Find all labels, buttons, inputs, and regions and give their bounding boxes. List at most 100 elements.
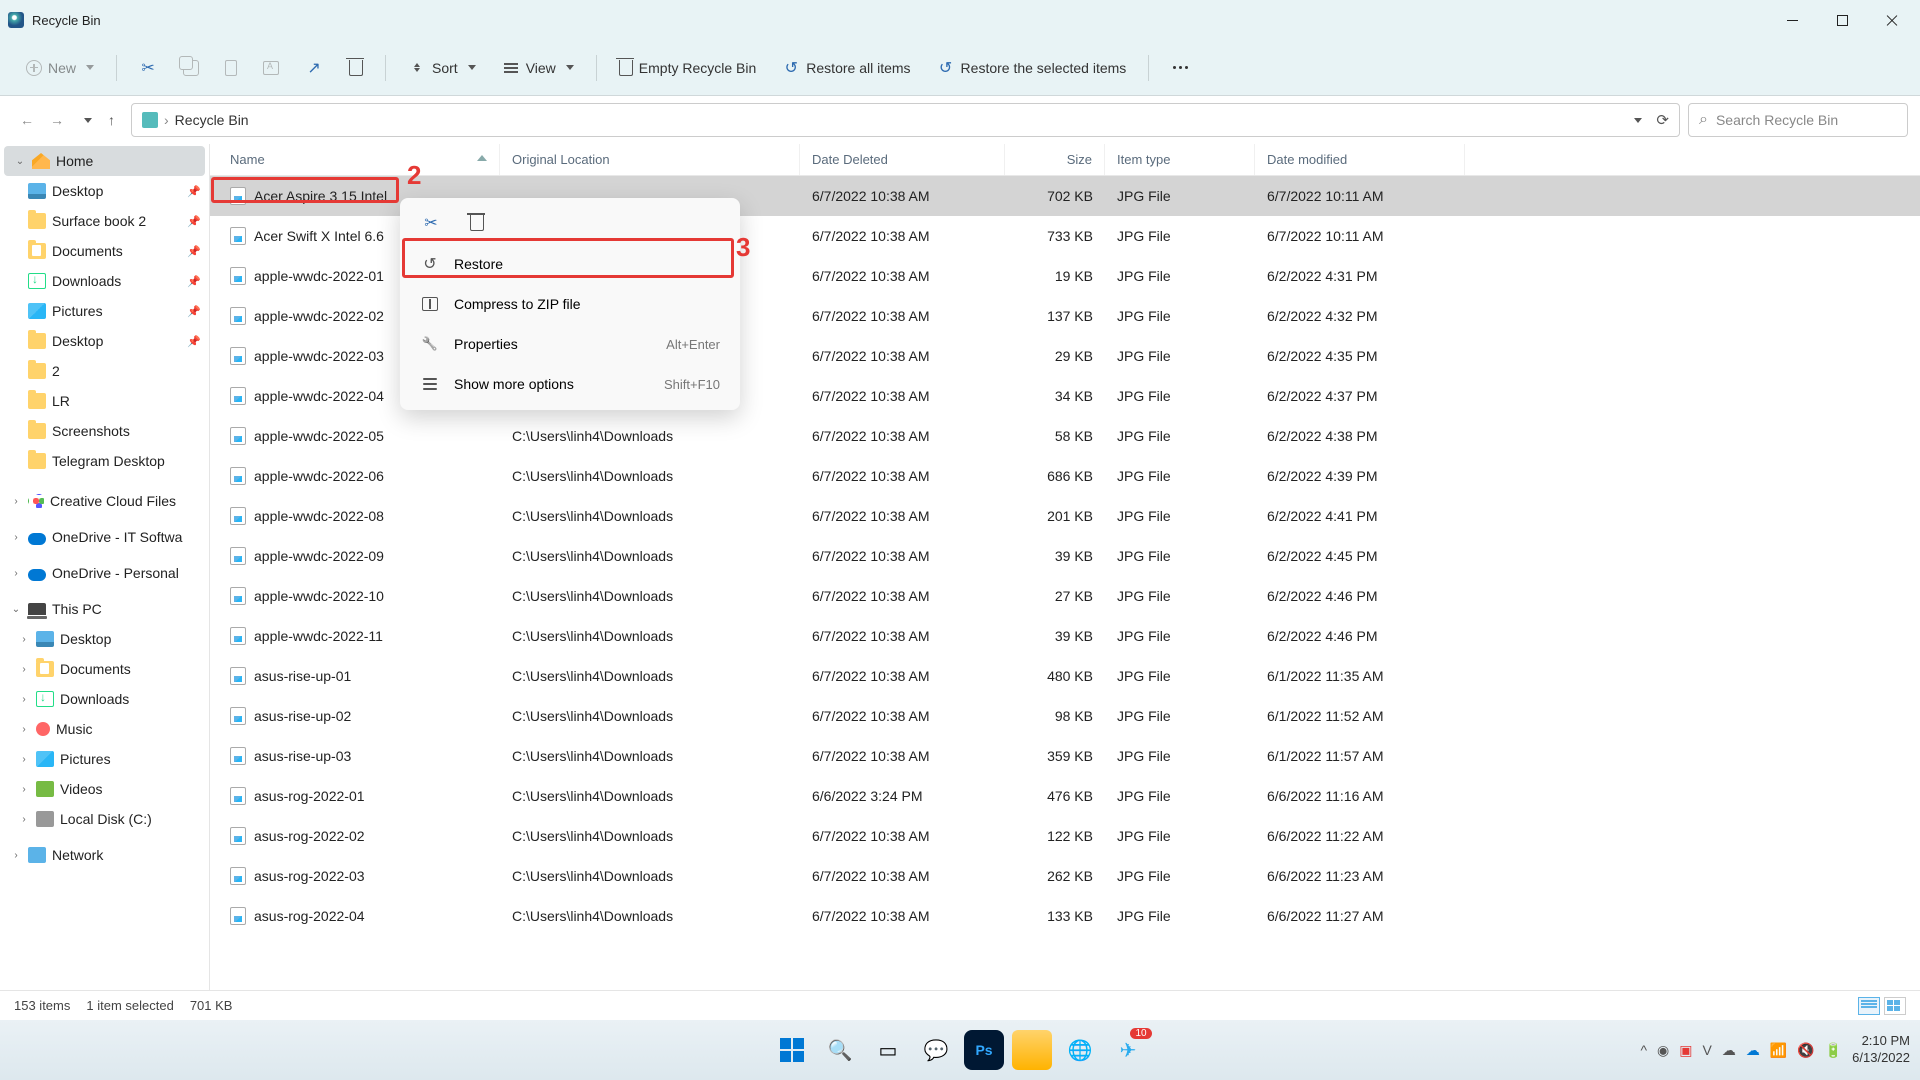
expand-icon[interactable]: ⌄: [10, 604, 22, 615]
tray-wifi-icon[interactable]: 📶: [1770, 1042, 1787, 1059]
sidebar-item-home[interactable]: ⌄ Home: [4, 146, 205, 176]
table-row[interactable]: apple-wwdc-2022-08 C:\Users\linh4\Downlo…: [210, 496, 1920, 536]
expand-icon[interactable]: ›: [18, 634, 30, 645]
expand-icon[interactable]: ⌄: [14, 156, 26, 167]
column-header-deleted[interactable]: Date Deleted: [800, 144, 1005, 175]
column-header-name[interactable]: Name: [210, 144, 500, 175]
table-row[interactable]: apple-wwdc-2022-09 C:\Users\linh4\Downlo…: [210, 536, 1920, 576]
table-row[interactable]: asus-rog-2022-02 C:\Users\linh4\Download…: [210, 816, 1920, 856]
search-button[interactable]: 🔍: [820, 1030, 860, 1070]
context-properties[interactable]: Properties Alt+Enter: [406, 324, 734, 364]
tray-adobe-icon[interactable]: ◉: [1657, 1042, 1669, 1059]
restore-all-button[interactable]: ↺ Restore all items: [772, 53, 920, 83]
share-button[interactable]: ↗: [295, 53, 333, 83]
context-cut-button[interactable]: ✂: [420, 212, 442, 234]
tray-onedrive-icon[interactable]: ☁: [1722, 1042, 1736, 1059]
view-button[interactable]: View: [492, 53, 584, 83]
expand-icon[interactable]: ›: [10, 850, 22, 861]
sort-button[interactable]: Sort: [398, 53, 486, 83]
search-input[interactable]: Search Recycle Bin: [1688, 103, 1908, 137]
sidebar-item[interactable]: › Music: [0, 714, 209, 744]
back-button[interactable]: ←: [20, 112, 34, 128]
column-header-location[interactable]: Original Location: [500, 144, 800, 175]
table-row[interactable]: apple-wwdc-2022-06 C:\Users\linh4\Downlo…: [210, 456, 1920, 496]
sidebar-item[interactable]: › Videos: [0, 774, 209, 804]
chevron-down-icon[interactable]: [1634, 118, 1642, 123]
sidebar-item[interactable]: Downloads 📌: [0, 266, 209, 296]
table-row[interactable]: apple-wwdc-2022-11 C:\Users\linh4\Downlo…: [210, 616, 1920, 656]
column-header-modified[interactable]: Date modified: [1255, 144, 1465, 175]
copy-button[interactable]: [173, 54, 209, 82]
tray-vpn-icon[interactable]: V: [1703, 1042, 1712, 1058]
sidebar-item[interactable]: 2: [0, 356, 209, 386]
sidebar-item[interactable]: Desktop 📌: [0, 326, 209, 356]
more-button[interactable]: [1161, 53, 1199, 83]
details-view-button[interactable]: [1858, 997, 1880, 1015]
sidebar-item-this-pc[interactable]: ⌄ This PC: [0, 594, 209, 624]
context-restore[interactable]: ↺ Restore: [406, 244, 734, 284]
breadcrumb[interactable]: › Recycle Bin ⟳: [131, 103, 1680, 137]
expand-icon[interactable]: ›: [18, 814, 30, 825]
table-row[interactable]: apple-wwdc-2022-05 C:\Users\linh4\Downlo…: [210, 416, 1920, 456]
refresh-button[interactable]: ⟳: [1656, 111, 1669, 129]
sidebar-item[interactable]: LR: [0, 386, 209, 416]
empty-recycle-bin-button[interactable]: Empty Recycle Bin: [609, 54, 766, 82]
expand-icon[interactable]: ›: [18, 754, 30, 765]
forward-button[interactable]: →: [50, 112, 64, 128]
sidebar-item-network[interactable]: › Network: [0, 840, 209, 870]
expand-icon[interactable]: ›: [10, 532, 22, 543]
sidebar-item[interactable]: › Desktop: [0, 624, 209, 654]
task-view-button[interactable]: ▭: [868, 1030, 908, 1070]
file-explorer-button[interactable]: [1012, 1030, 1052, 1070]
tray-battery-icon[interactable]: 🔋: [1825, 1042, 1842, 1059]
sidebar-item[interactable]: Screenshots: [0, 416, 209, 446]
table-row[interactable]: asus-rog-2022-03 C:\Users\linh4\Download…: [210, 856, 1920, 896]
chrome-button[interactable]: 🌐: [1060, 1030, 1100, 1070]
expand-icon[interactable]: ›: [10, 568, 22, 579]
context-delete-button[interactable]: [466, 212, 488, 234]
table-row[interactable]: asus-rise-up-02 C:\Users\linh4\Downloads…: [210, 696, 1920, 736]
clock[interactable]: 2:10 PM 6/13/2022: [1852, 1033, 1910, 1067]
sidebar-item[interactable]: › Downloads: [0, 684, 209, 714]
minimize-button[interactable]: [1782, 10, 1802, 30]
recent-locations-button[interactable]: [84, 118, 92, 123]
sidebar-item-onedrive-personal[interactable]: › OneDrive - Personal: [0, 558, 209, 588]
paste-button[interactable]: [215, 54, 247, 82]
sidebar-item[interactable]: Telegram Desktop: [0, 446, 209, 476]
expand-icon[interactable]: ›: [18, 694, 30, 705]
thumbnails-view-button[interactable]: [1884, 997, 1906, 1015]
table-row[interactable]: apple-wwdc-2022-10 C:\Users\linh4\Downlo…: [210, 576, 1920, 616]
delete-button[interactable]: [339, 54, 373, 82]
tray-volume-icon[interactable]: 🔇: [1797, 1042, 1814, 1059]
context-show-more[interactable]: Show more options Shift+F10: [406, 364, 734, 404]
sidebar-item[interactable]: Surface book 2 📌: [0, 206, 209, 236]
sidebar-item[interactable]: › Pictures: [0, 744, 209, 774]
teams-button[interactable]: 💬: [916, 1030, 956, 1070]
telegram-button[interactable]: ✈: [1108, 1030, 1148, 1070]
context-compress[interactable]: Compress to ZIP file: [406, 284, 734, 324]
rename-button[interactable]: [253, 55, 289, 81]
restore-selected-button[interactable]: ↺ Restore the selected items: [927, 53, 1137, 83]
cut-button[interactable]: ✂: [129, 53, 167, 83]
sidebar-item[interactable]: › Local Disk (C:): [0, 804, 209, 834]
table-row[interactable]: asus-rog-2022-04 C:\Users\linh4\Download…: [210, 896, 1920, 936]
photoshop-button[interactable]: Ps: [964, 1030, 1004, 1070]
table-row[interactable]: asus-rog-2022-01 C:\Users\linh4\Download…: [210, 776, 1920, 816]
new-button[interactable]: New: [16, 54, 104, 82]
table-row[interactable]: asus-rise-up-03 C:\Users\linh4\Downloads…: [210, 736, 1920, 776]
tray-expand-button[interactable]: ^: [1640, 1042, 1647, 1058]
tray-security-icon[interactable]: ▣: [1679, 1042, 1692, 1059]
column-header-type[interactable]: Item type: [1105, 144, 1255, 175]
sidebar-item[interactable]: Pictures 📌: [0, 296, 209, 326]
expand-icon[interactable]: ›: [18, 664, 30, 675]
close-button[interactable]: [1882, 10, 1902, 30]
expand-icon[interactable]: ›: [18, 784, 30, 795]
maximize-button[interactable]: [1832, 10, 1852, 30]
sidebar-item-creative-cloud[interactable]: › Creative Cloud Files: [0, 486, 209, 516]
sidebar-item-onedrive-it[interactable]: › OneDrive - IT Softwa: [0, 522, 209, 552]
breadcrumb-path[interactable]: Recycle Bin: [175, 112, 249, 128]
expand-icon[interactable]: ›: [18, 724, 30, 735]
expand-icon[interactable]: ›: [10, 496, 22, 507]
sidebar-item[interactable]: › Documents: [0, 654, 209, 684]
table-row[interactable]: asus-rise-up-01 C:\Users\linh4\Downloads…: [210, 656, 1920, 696]
